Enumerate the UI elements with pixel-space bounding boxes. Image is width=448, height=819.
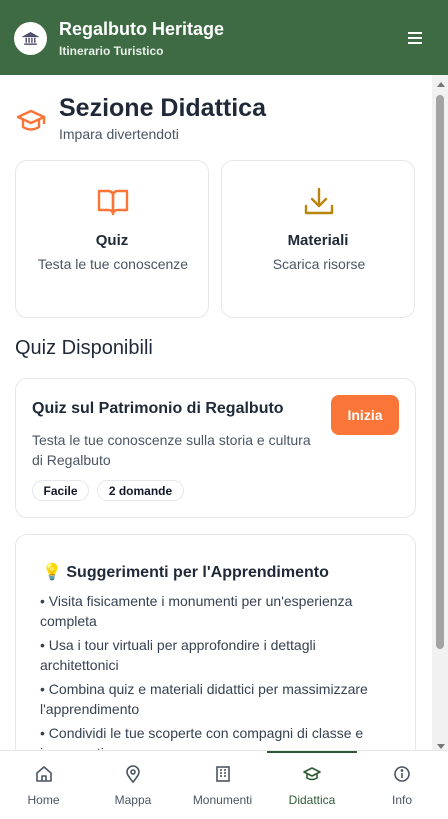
quizzes-heading: Quiz Disponibili [15, 337, 153, 359]
quiz-feature-description: Testa le tue conoscenze [37, 256, 189, 272]
menu-button[interactable] [404, 27, 426, 49]
nav-label-map: Mappa [114, 793, 152, 807]
app-title: Regalbuto Heritage [59, 19, 225, 39]
quiz-description: Testa le tue conoscenze sulla storia e c… [32, 432, 311, 468]
difficulty-badge: Facile [32, 480, 89, 501]
nav-item-monuments[interactable]: Monumenti [178, 751, 267, 819]
materials-feature-title: Materiali [287, 232, 349, 249]
question-count-badge: 2 domande [97, 480, 184, 501]
quiz-feature-card[interactable]: Quiz Testa le tue conoscenze [15, 160, 209, 318]
tips-title: 💡 Suggerimenti per l'Apprendimento [42, 562, 329, 582]
section-subtitle: Impara divertendoti [59, 126, 179, 142]
tip-item: • Combina quiz e materiali didattici per… [40, 681, 368, 717]
nav-label-monuments: Monumenti [192, 793, 253, 807]
start-quiz-button[interactable]: Inizia [331, 395, 399, 435]
section-title: Sezione Didattica [59, 94, 266, 122]
scrollbar-thumb[interactable] [436, 95, 444, 649]
materials-feature-card[interactable]: Materiali Scarica risorse [221, 160, 415, 318]
tip-item: • Usa i tour virtuali per approfondire i… [40, 637, 316, 673]
info-icon [394, 766, 410, 782]
nav-item-home[interactable]: Home [0, 751, 87, 819]
museum-icon [22, 32, 39, 45]
materials-feature-description: Scarica risorse [272, 256, 366, 272]
nav-label-info: Info [391, 793, 412, 807]
scroll-down-arrow-icon[interactable] [437, 744, 445, 749]
bottom-navigation: Home Mappa Monumenti Didattica Info [0, 750, 448, 818]
scroll-up-arrow-icon[interactable] [437, 82, 445, 87]
quiz-feature-title: Quiz [95, 232, 129, 249]
nav-item-map[interactable]: Mappa [89, 751, 177, 819]
tip-item: • Condividi le tue scoperte con compagni… [40, 725, 364, 750]
learning-tips-card: 💡 Suggerimenti per l'Apprendimento • Vis… [15, 534, 416, 750]
app-header: Regalbuto Heritage Itinerario Turistico [0, 0, 448, 75]
tip-item: • Visita fisicamente i monumenti per un'… [40, 593, 353, 629]
lightbulb-icon: 💡 [42, 564, 62, 581]
hamburger-menu-icon [408, 32, 422, 44]
quiz-card: Quiz sul Patrimonio di Regalbuto Testa l… [15, 378, 416, 518]
graduation-cap-icon [16, 109, 46, 131]
main-content: Sezione Didattica Impara divertendoti Qu… [0, 75, 432, 750]
book-open-icon [97, 189, 129, 216]
app-logo[interactable] [14, 22, 47, 55]
nav-label-home: Home [27, 793, 60, 807]
vertical-scrollbar[interactable] [432, 75, 448, 750]
quiz-title: Quiz sul Patrimonio di Regalbuto [32, 400, 284, 417]
tips-title-text: Suggerimenti per l'Apprendimento [66, 564, 329, 581]
nav-label-didactics: Didattica [288, 793, 336, 807]
tips-list: • Visita fisicamente i monumenti per un'… [40, 591, 390, 750]
home-icon [35, 766, 52, 782]
map-pin-icon [126, 765, 140, 783]
download-icon [304, 187, 334, 215]
graduation-cap-icon [303, 767, 321, 781]
app-subtitle: Itinerario Turistico [59, 44, 164, 58]
building-icon [215, 766, 230, 782]
nav-item-didactics[interactable]: Didattica [267, 751, 357, 819]
nav-item-info[interactable]: Info [358, 751, 446, 819]
